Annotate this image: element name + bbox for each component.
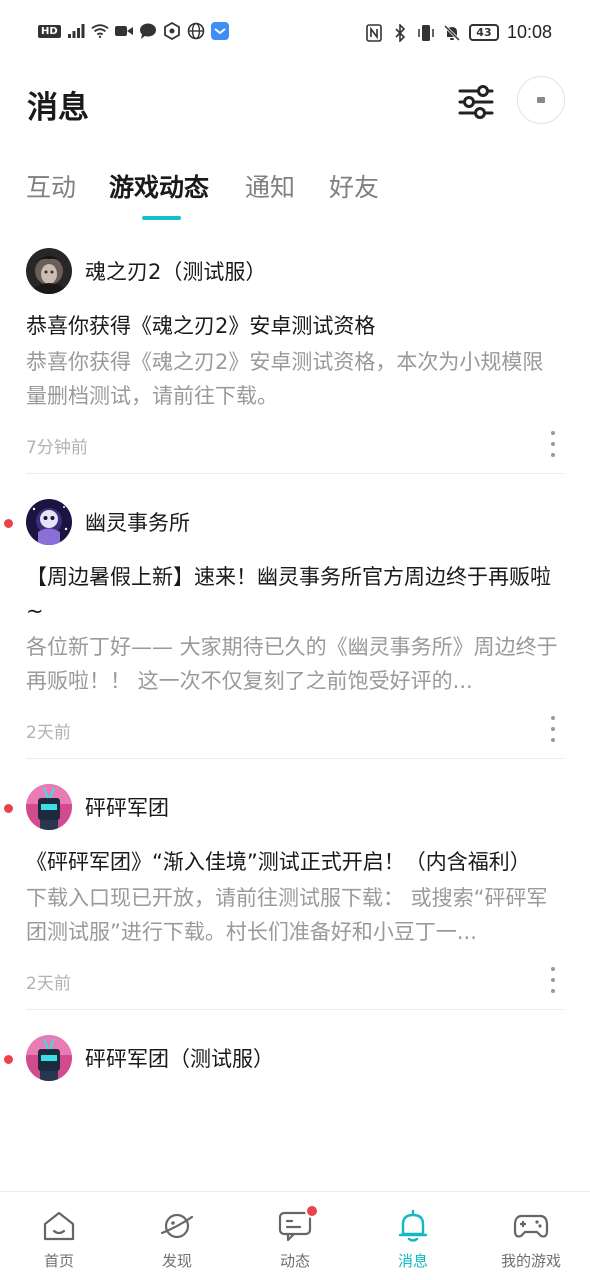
tab-friends[interactable]: 好友 [329,168,379,204]
mute-bell-icon [443,24,461,42]
message-tabs: 互动 游戏动态 通知 好友 [0,160,590,224]
signal-icon [67,22,85,40]
game-name[interactable]: 砰砰军团（测试服） [85,1043,274,1073]
message-body[interactable]: 各位新丁好—— 大家期待已久的《幽灵事务所》周边终于再贩啦！！ 这一次不仅复刻了… [26,630,564,698]
message-timestamp: 7分钟前 [26,438,88,458]
message-body[interactable]: 恭喜你获得《魂之刃2》安卓测试资格，本次为小规模限量删档测试，请前往下载。 [26,345,564,413]
more-options-button[interactable] [548,967,558,993]
tab-interaction[interactable]: 互动 [26,168,76,204]
game-name[interactable]: 魂之刃2（测试服） [85,256,266,286]
message-timestamp: 2天前 [26,974,71,994]
filter-settings-button[interactable] [456,82,496,122]
app-notification-icon [163,22,181,40]
chat-icon [277,1204,319,1244]
nav-messages[interactable]: 消息 [354,1192,472,1280]
message-title[interactable]: 《砰砰军团》“渐入佳境”测试正式开启！（内含福利） [26,845,564,879]
message-timestamp: 2天前 [26,723,71,743]
list-item[interactable]: 幽灵事务所 【周边暑假上新】速来！幽灵事务所官方周边终于再贩啦~ 各位新丁好——… [4,489,564,759]
game-avatar[interactable] [26,248,72,294]
nav-label: 我的游戏 [500,1252,561,1270]
nav-label: 消息 [397,1252,428,1270]
list-item[interactable]: 魂之刃2（测试服） 恭喜你获得《魂之刃2》安卓测试资格 恭喜你获得《魂之刃2》安… [26,238,564,474]
message-body[interactable]: 下载入口现已开放，请前往测试服下载： 或搜索“砰砰军团测试服”进行下载。村长们准… [26,881,564,949]
message-title[interactable]: 【周边暑假上新】速来！幽灵事务所官方周边终于再贩啦~ [26,560,564,628]
bluetooth-icon [391,23,409,42]
clock: 10:08 [506,22,552,42]
more-options-button[interactable] [548,431,558,457]
user-avatar-button[interactable] [517,76,565,124]
more-options-button[interactable] [548,716,558,742]
nav-label: 发现 [161,1252,192,1270]
nav-feed[interactable]: 动态 [236,1192,354,1280]
message-feed[interactable]: 魂之刃2（测试服） 恭喜你获得《魂之刃2》安卓测试资格 恭喜你获得《魂之刃2》安… [0,238,590,1089]
tab-game-updates[interactable]: 游戏动态 [109,168,209,204]
nav-label: 首页 [43,1252,74,1270]
video-icon [114,22,133,40]
tab-notifications[interactable]: 通知 [245,168,295,204]
active-tab-indicator [142,216,181,220]
unread-indicator [4,519,13,528]
notification-badge [305,1204,319,1218]
home-icon [41,1208,77,1244]
game-avatar[interactable] [26,1035,72,1081]
game-avatar[interactable] [26,499,72,545]
unread-indicator [4,804,13,813]
gamepad-icon [513,1208,549,1244]
nav-discover[interactable]: 发现 [118,1192,236,1280]
list-item[interactable]: 砰砰军团（测试服） [4,1025,564,1089]
nav-my-games[interactable]: 我的游戏 [472,1192,590,1280]
list-item[interactable]: 砰砰军团 《砰砰军团》“渐入佳境”测试正式开启！（内含福利） 下载入口现已开放，… [4,774,564,1010]
message-title[interactable]: 恭喜你获得《魂之刃2》安卓测试资格 [26,309,564,343]
wifi-icon [91,22,109,40]
planet-icon [159,1208,195,1244]
page-header: 消息 [0,70,590,140]
message-bubble-icon [139,22,157,40]
nav-home[interactable]: 首页 [0,1192,118,1280]
battery-icon: 43 [468,24,499,41]
avatar [537,97,545,103]
game-name[interactable]: 砰砰军团 [85,792,169,822]
game-name[interactable]: 幽灵事务所 [85,507,190,537]
game-avatar[interactable] [26,784,72,830]
vibrate-icon [417,24,435,42]
bell-icon [395,1208,431,1244]
nav-label: 动态 [279,1252,310,1270]
globe-icon [187,22,205,40]
sliders-icon [458,85,494,119]
hd-badge: HD [38,24,61,38]
app-badge-icon [210,22,229,40]
unread-indicator [4,1055,13,1064]
page-title: 消息 [27,90,89,126]
status-bar: HD 43 10:08 [0,0,590,66]
bottom-navigation: 首页 发现 动态 消息 我的游戏 [0,1191,590,1280]
nfc-icon [365,23,383,42]
